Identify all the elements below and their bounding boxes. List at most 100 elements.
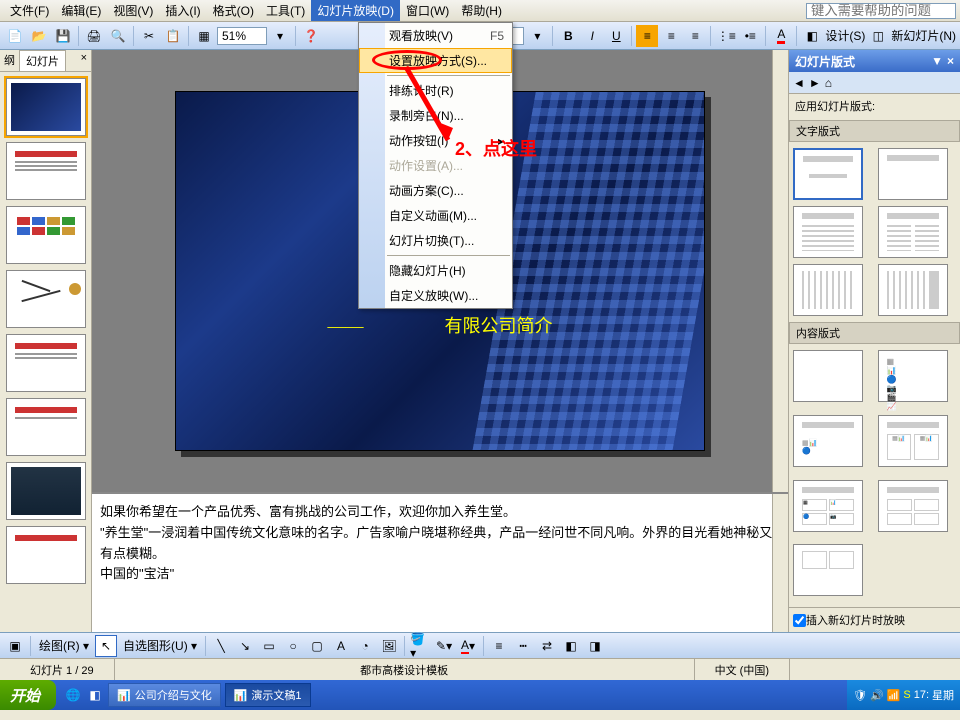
- design-button[interactable]: 设计(S): [825, 27, 865, 44]
- diagram-icon[interactable]: ◔: [354, 635, 376, 657]
- slide-scrollbar[interactable]: [772, 50, 788, 492]
- taskbar-task-1[interactable]: 📊公司介绍与文化: [108, 683, 221, 707]
- menu-insert[interactable]: 插入(I): [159, 0, 206, 21]
- layout-content-4[interactable]: ▦📊🔵📷: [793, 480, 863, 532]
- task-pane-dropdown-icon[interactable]: ▼: [931, 54, 943, 68]
- menu-custom-shows[interactable]: 自定义放映(W)...: [359, 283, 512, 308]
- oval-icon[interactable]: ○: [282, 635, 304, 657]
- slide-thumbnail-panel[interactable]: 纲 幻灯片 ×: [0, 50, 92, 632]
- layout-title-slide[interactable]: [793, 148, 863, 200]
- menu-slide-transition[interactable]: 幻灯片切换(T)...: [359, 228, 512, 253]
- new-slide-icon[interactable]: ◫: [867, 25, 889, 47]
- line-icon[interactable]: ╲: [210, 635, 232, 657]
- show-on-insert-checkbox[interactable]: [793, 614, 806, 627]
- 3d-icon[interactable]: ◨: [584, 635, 606, 657]
- notes-scrollbar[interactable]: [772, 494, 788, 632]
- slide-subtitle-text[interactable]: —— 有限公司简介: [328, 312, 553, 338]
- table-icon[interactable]: ▦: [193, 25, 215, 47]
- layout-vertical-text[interactable]: [793, 264, 863, 316]
- bullets-icon[interactable]: •≡: [739, 25, 761, 47]
- design-icon[interactable]: ◧: [801, 25, 823, 47]
- align-left-icon[interactable]: ≡: [636, 25, 658, 47]
- save-icon[interactable]: 💾: [52, 25, 74, 47]
- zoom-combo[interactable]: 51%: [217, 27, 267, 45]
- rectangle-icon[interactable]: ▭: [258, 635, 280, 657]
- font-color-icon-2[interactable]: A▾: [457, 635, 479, 657]
- tray-icon-1[interactable]: 🛡: [853, 689, 867, 702]
- arrow-style-icon[interactable]: ⇄: [536, 635, 558, 657]
- layout-title-text[interactable]: [793, 206, 863, 258]
- notes-line-3[interactable]: 中国的"宝洁": [100, 564, 780, 585]
- menu-view-show[interactable]: 观看放映(V)F5: [359, 23, 512, 48]
- menu-action-buttons[interactable]: 动作按钮(I)▸: [359, 128, 512, 153]
- panel-close-icon[interactable]: ×: [77, 50, 91, 71]
- slide-thumb-4[interactable]: [6, 270, 86, 328]
- nav-home-icon[interactable]: ⌂: [825, 76, 832, 90]
- cut-icon[interactable]: ✂: [138, 25, 160, 47]
- print-icon[interactable]: 🖨: [83, 25, 105, 47]
- arrow-icon[interactable]: ↘: [234, 635, 256, 657]
- menu-view[interactable]: 视图(V): [107, 0, 159, 21]
- layout-content-3[interactable]: ▦📊▦📊: [878, 415, 948, 467]
- new-slide-button[interactable]: 新幻灯片(N): [891, 27, 956, 44]
- zoom-dropdown-icon[interactable]: ▾: [269, 25, 291, 47]
- textbox-icon[interactable]: ▢: [306, 635, 328, 657]
- menu-hide-slide[interactable]: 隐藏幻灯片(H): [359, 258, 512, 283]
- slide-thumb-8[interactable]: [6, 526, 86, 584]
- tray-icon-4[interactable]: S: [903, 689, 910, 701]
- layout-blank[interactable]: [793, 350, 863, 402]
- layout-title-only[interactable]: [878, 148, 948, 200]
- layout-content-5[interactable]: [878, 480, 948, 532]
- system-tray[interactable]: 🛡 🔊 📶 S 17: 星期: [847, 680, 960, 710]
- quick-launch-icon[interactable]: 🌐: [62, 684, 84, 706]
- taskbar-task-2[interactable]: 📊演示文稿1: [225, 683, 311, 707]
- align-right-icon[interactable]: ≡: [684, 25, 706, 47]
- layout-content[interactable]: ▦📊🔵📷🎬📈: [878, 350, 948, 402]
- nav-forward-icon[interactable]: ►: [809, 76, 821, 90]
- tab-outline[interactable]: 纲: [0, 50, 19, 71]
- line-color-icon[interactable]: ✎▾: [433, 635, 455, 657]
- menu-help[interactable]: 帮助(H): [455, 0, 508, 21]
- slide-thumb-3[interactable]: [6, 206, 86, 264]
- help-search-input[interactable]: [806, 3, 956, 19]
- autoshapes-button[interactable]: 自选图形(U) ▾: [119, 637, 201, 654]
- layout-content-6[interactable]: [793, 544, 863, 596]
- notes-pane[interactable]: 如果你希望在一个产品优秀、富有挑战的公司工作，欢迎你加入养生堂。 "养生堂"一浸…: [92, 492, 788, 632]
- slide-thumb-7[interactable]: [6, 462, 86, 520]
- numbering-icon[interactable]: ⋮≡: [715, 25, 737, 47]
- tab-slides[interactable]: 幻灯片: [19, 50, 66, 71]
- menu-window[interactable]: 窗口(W): [400, 0, 455, 21]
- open-icon[interactable]: 📂: [28, 25, 50, 47]
- shadow-icon[interactable]: ◧: [560, 635, 582, 657]
- menu-custom-animation[interactable]: 自定义动画(M)...: [359, 203, 512, 228]
- menu-edit[interactable]: 编辑(E): [55, 0, 107, 21]
- start-button[interactable]: 开始: [0, 680, 56, 710]
- menu-format[interactable]: 格式(O): [207, 0, 260, 21]
- font-color-icon[interactable]: A: [770, 25, 792, 47]
- task-pane-close-icon[interactable]: ×: [947, 54, 954, 68]
- fill-color-icon[interactable]: 🪣▾: [409, 635, 431, 657]
- new-file-icon[interactable]: 📄: [4, 25, 26, 47]
- notes-line-2[interactable]: "养生堂"一浸润着中国传统文化意味的名字。广告家喻户晓堪称经典，产品一经问世不同…: [100, 523, 780, 565]
- layout-vertical-title[interactable]: [878, 264, 948, 316]
- tray-icon-2[interactable]: 🔊: [870, 689, 884, 702]
- notes-line-1[interactable]: 如果你希望在一个产品优秀、富有挑战的公司工作，欢迎你加入养生堂。: [100, 502, 780, 523]
- menu-tools[interactable]: 工具(T): [260, 0, 311, 21]
- clipart-icon[interactable]: 🖼: [378, 635, 400, 657]
- slide-thumb-1[interactable]: [6, 78, 86, 136]
- select-arrow-icon[interactable]: ↖: [95, 635, 117, 657]
- slide-thumb-6[interactable]: [6, 398, 86, 456]
- slide-thumb-5[interactable]: [6, 334, 86, 392]
- menu-rehearse[interactable]: 排练计时(R): [359, 78, 512, 103]
- dash-style-icon[interactable]: ┅: [512, 635, 534, 657]
- draw-menu-button[interactable]: 绘图(R) ▾: [35, 637, 93, 654]
- line-style-icon[interactable]: ≡: [488, 635, 510, 657]
- menu-record-narration[interactable]: 录制旁白(N)...: [359, 103, 512, 128]
- align-center-icon[interactable]: ≡: [660, 25, 682, 47]
- slide-thumb-2[interactable]: [6, 142, 86, 200]
- layout-content-2[interactable]: ▦📊🔵: [793, 415, 863, 467]
- quick-launch-icon-2[interactable]: ◧: [84, 684, 106, 706]
- view-normal-icon[interactable]: ▣: [4, 635, 26, 657]
- wordart-icon[interactable]: A: [330, 635, 352, 657]
- layout-two-column[interactable]: [878, 206, 948, 258]
